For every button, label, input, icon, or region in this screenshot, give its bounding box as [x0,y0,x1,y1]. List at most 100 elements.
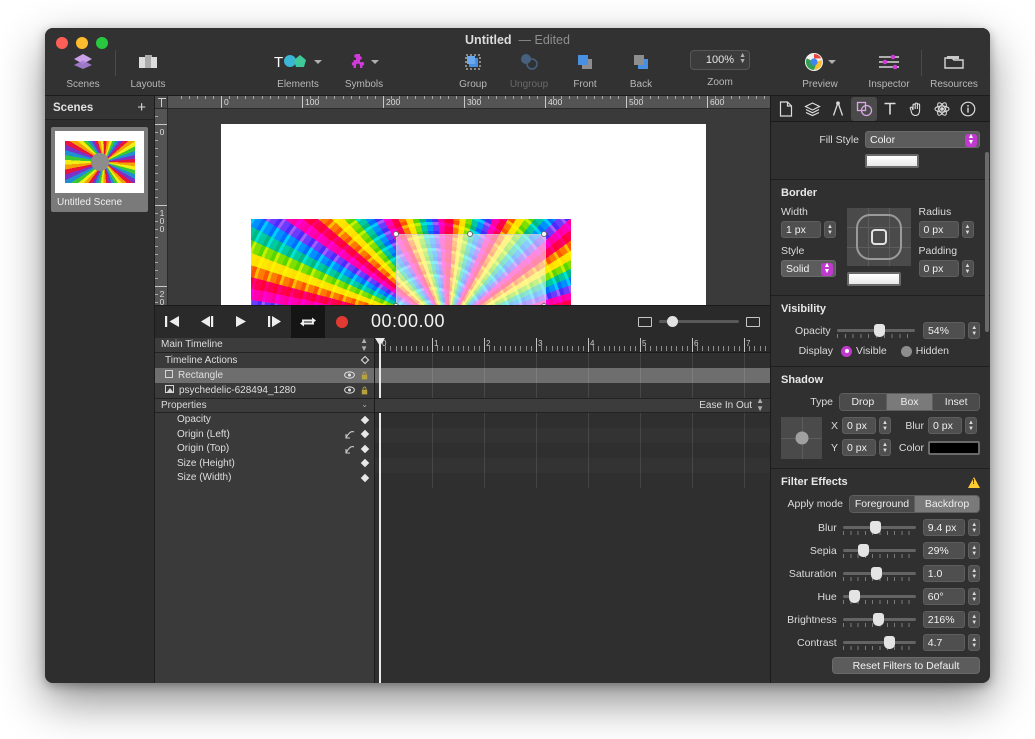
hue-input[interactable]: 60° [923,588,966,605]
play-button[interactable] [223,305,257,338]
elements-chevron-down-icon[interactable] [314,60,322,64]
property-row-size-height[interactable]: Size (Height) [155,456,374,471]
border-style-select[interactable]: Solid ▲▼ [781,260,836,277]
blur-slider-knob[interactable] [870,521,881,534]
timeline-zoom-slider[interactable] [638,317,760,327]
apply-mode-segmented[interactable]: Foreground Backdrop [849,495,980,513]
property-lane-opacity[interactable] [375,413,770,428]
lane-timeline-actions[interactable] [375,353,770,368]
keyframe-icon[interactable] [361,445,369,453]
toolbar-layouts-button[interactable]: Layouts [120,50,176,90]
contrast-stepper[interactable]: ▲▼ [968,634,980,651]
timeline-selector[interactable]: Main Timeline ▲▼ [155,338,374,353]
brightness-stepper[interactable]: ▲▼ [968,611,980,628]
border-radius-stepper[interactable]: ▲▼ [962,221,974,238]
resize-handle-top-right[interactable] [541,231,547,237]
property-row-origin-left[interactable]: Origin (Left) [155,427,374,442]
property-row-origin-top[interactable]: Origin (Top) [155,442,374,457]
border-style-chevron-icon[interactable]: ▲▼ [821,263,833,276]
inspector-tab-hand[interactable] [903,97,929,121]
loop-toggle-button[interactable] [291,305,325,338]
inspector-tab-document[interactable] [773,97,799,121]
timeline-zoom-track[interactable] [659,320,739,323]
contrast-slider[interactable] [843,636,916,650]
opacity-stepper[interactable]: ▲▼ [968,322,980,339]
apply-mode-foreground[interactable]: Foreground [850,496,915,512]
sepia-input[interactable]: 29% [923,542,966,559]
shadow-blur-stepper[interactable]: ▲▼ [965,417,977,434]
horizontal-ruler-track[interactable]: 0100200300400500600 [168,96,770,108]
toolbar-front-button[interactable]: Front [557,50,613,90]
inspector-tab-compass[interactable] [825,97,851,121]
fill-color-swatch[interactable] [865,154,919,168]
border-sides-grid[interactable] [847,208,911,266]
keyframe-icon[interactable] [361,430,369,438]
inspector-tab-text[interactable] [877,97,903,121]
sepia-slider[interactable] [843,544,916,558]
preview-chevron-down-icon[interactable] [828,60,836,64]
step-forward-button[interactable] [257,305,291,338]
saturation-input[interactable]: 1.0 [923,565,966,582]
track-row-timeline-actions[interactable]: Timeline Actions [155,353,374,368]
display-hidden-radio[interactable]: Hidden [901,345,949,357]
filter-warning-icon[interactable] [968,477,980,488]
saturation-slider-knob[interactable] [871,567,882,580]
shadow-y-stepper[interactable]: ▲▼ [879,439,891,456]
border-padding-stepper[interactable]: ▲▼ [962,260,974,277]
zoom-in-timeline-icon[interactable] [746,317,760,327]
property-row-size-width[interactable]: Size (Width) [155,471,374,486]
resize-handle-top-center[interactable] [467,231,473,237]
property-lane-origin-left[interactable] [375,428,770,443]
track-row-image[interactable]: psychedelic-628494_1280 [155,383,374,398]
symbols-chevron-down-icon[interactable] [371,60,379,64]
record-button[interactable] [325,305,359,338]
saturation-slider[interactable] [843,567,916,581]
lock-icon[interactable] [361,386,368,395]
toolbar-resources-button[interactable]: Resources [926,50,982,90]
blur-input[interactable]: 9.4 px [923,519,966,536]
timeline-chevron-icon[interactable]: ▲▼ [360,337,368,353]
inspector-tab-physics[interactable] [929,97,955,121]
hue-slider[interactable] [843,590,916,604]
timeline-ruler[interactable]: 01234567 [375,338,770,353]
timeline-lanes[interactable]: 01234567 [375,338,770,398]
stage[interactable] [221,124,706,305]
lane-image[interactable] [375,383,770,398]
toolbar-symbols-button[interactable]: Symbols [333,50,395,90]
inspector-tab-layers[interactable] [799,97,825,121]
motion-path-icon[interactable] [345,444,355,454]
contrast-input[interactable]: 4.7 [923,634,966,651]
toolbar-inspector-button[interactable]: Inspector [861,50,917,90]
blur-stepper[interactable]: ▲▼ [968,519,980,536]
reset-filters-button[interactable]: Reset Filters to Default [832,657,980,674]
timeline-zoom-knob[interactable] [667,316,678,327]
add-scene-button[interactable]: + [137,100,146,115]
inspector-tab-shapes[interactable] [851,97,877,121]
opacity-input[interactable]: 54% [923,322,965,339]
inspector-scrollbar[interactable] [985,152,989,332]
shadow-x-input[interactable]: 0 px [842,417,876,434]
property-lane-origin-top[interactable] [375,443,770,458]
lock-icon[interactable] [361,371,368,380]
easing-chevron-icon[interactable]: ▲▼ [756,398,764,414]
sepia-slider-knob[interactable] [858,544,869,557]
property-row-opacity[interactable]: Opacity [155,413,374,428]
zoom-stepper[interactable]: ▲▼ [739,53,746,65]
saturation-stepper[interactable]: ▲▼ [968,565,980,582]
shadow-type-box[interactable]: Box [887,394,934,410]
border-radius-input[interactable]: 0 px [919,221,959,238]
sepia-stepper[interactable]: ▲▼ [968,542,980,559]
brightness-slider-knob[interactable] [873,613,884,626]
add-action-icon[interactable] [361,356,369,364]
fill-style-chevron-icon[interactable]: ▲▼ [965,134,977,147]
border-padding-input[interactable]: 0 px [919,260,959,277]
inspector-tab-info[interactable] [955,97,981,121]
toolbar-group-button[interactable]: Group [445,50,501,90]
properties-playhead[interactable] [379,413,381,684]
blur-slider[interactable] [843,521,916,535]
border-width-input[interactable]: 1 px [781,221,821,238]
properties-lanes[interactable]: Ease In Out ▲▼ [375,398,770,684]
brightness-slider[interactable] [843,613,916,627]
shadow-offset-pad[interactable] [781,417,822,459]
zoom-input[interactable]: 100% ▲▼ [690,50,750,70]
